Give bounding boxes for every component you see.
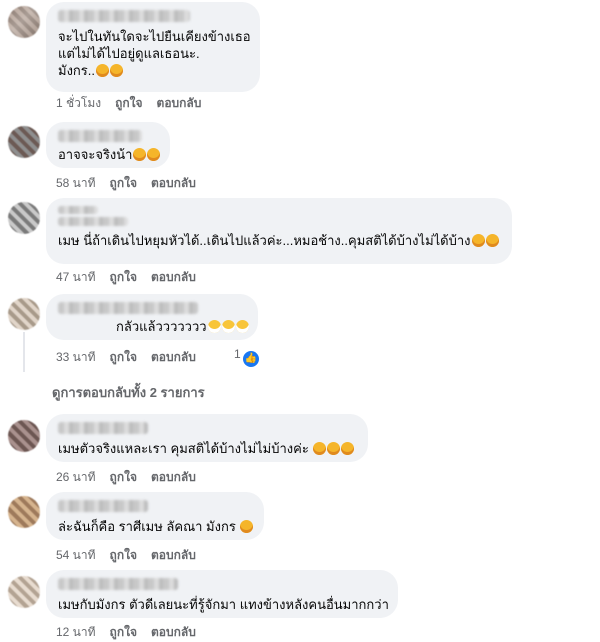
comment-timestamp[interactable]: 54 นาที <box>56 546 96 565</box>
commenter-name[interactable] <box>58 130 142 142</box>
laugh-emoji-icon <box>96 64 109 77</box>
thread-line <box>23 332 25 372</box>
comment-timestamp[interactable]: 26 นาที <box>56 468 96 487</box>
reply-link[interactable]: ตอบกลับ <box>151 348 196 367</box>
comment-text: ล่ะฉันก็คือ ราศีเมษ ลัคณา มังกร <box>58 518 254 535</box>
reaction-count[interactable]: 1 👍 <box>234 347 259 367</box>
commenter-name[interactable] <box>58 578 178 590</box>
like-link[interactable]: ถูกใจ <box>115 94 142 113</box>
like-link[interactable]: ถูกใจ <box>110 623 137 642</box>
comment-bubble: อาจจะจริงน้า <box>46 122 170 168</box>
comment-bubble: เมษ นี่ถ้าเดินไปหยุมหัวได้..เดินไปแล้วค่… <box>46 198 512 264</box>
avatar[interactable] <box>8 420 40 452</box>
grin-emoji-icon <box>221 320 235 333</box>
reply-link[interactable]: ตอบกลับ <box>151 268 196 287</box>
avatar[interactable] <box>8 6 40 38</box>
laugh-emoji-icon <box>110 64 123 77</box>
comment-bubble: จะไปในทันใดจะไปยืนเคียงข้างเธอ แต่ไม่ได้… <box>46 2 260 92</box>
comment-bubble: เมษกับมังกร ตัวดีเลยนะที่รู้จักมา แทงข้า… <box>46 570 398 618</box>
commenter-name[interactable] <box>58 206 98 214</box>
comment-bubble: กลัวแล้ววววววว <box>46 294 258 340</box>
laugh-emoji-icon <box>147 148 161 161</box>
reply-link[interactable]: ตอบกลับ <box>151 174 196 193</box>
laugh-emoji-icon <box>313 442 327 455</box>
commenter-name[interactable] <box>58 302 198 314</box>
avatar[interactable] <box>8 576 40 608</box>
comment-meta: 12 นาที ถูกใจ ตอบกลับ <box>56 623 210 642</box>
reply-link[interactable]: ตอบกลับ <box>157 94 202 113</box>
view-more-replies-link[interactable]: ดูการตอบกลับทั้ง 2 รายการ <box>52 382 205 403</box>
comment-text: แต่ไม่ได้ไปอยู่ดูแลเธอนะ. <box>58 46 200 61</box>
reaction-count-number: 1 <box>234 347 241 361</box>
comment-text: จะไปในทันใดจะไปยืนเคียงข้างเธอ <box>58 29 251 44</box>
reply-link[interactable]: ตอบกลับ <box>151 623 196 642</box>
avatar[interactable] <box>8 126 40 158</box>
comment-timestamp[interactable]: 58 นาที <box>56 174 96 193</box>
grin-emoji-icon <box>207 320 221 333</box>
thumbs-up-icon: 👍 <box>242 351 259 367</box>
avatar[interactable] <box>8 202 40 234</box>
comment-text: เมษกับมังกร ตัวดีเลยนะที่รู้จักมา แทงข้า… <box>58 597 389 612</box>
comment-text: อาจจะจริงน้า <box>58 146 161 163</box>
like-link[interactable]: ถูกใจ <box>110 174 137 193</box>
commenter-name[interactable] <box>58 500 148 512</box>
comment-bubble: เมษตัวจริงแหละเรา คุมสติได้บ้างไม่ไม่บ้า… <box>46 414 368 462</box>
comment-timestamp[interactable]: 47 นาที <box>56 268 96 287</box>
comment-meta: 58 นาที ถูกใจ ตอบกลับ <box>56 174 210 193</box>
laugh-emoji-icon <box>485 234 499 247</box>
reply-link[interactable]: ตอบกลับ <box>151 468 196 487</box>
comment-meta: 47 นาที ถูกใจ ตอบกลับ <box>56 268 210 287</box>
laugh-emoji-icon <box>327 442 341 455</box>
comment-timestamp[interactable]: 33 นาที <box>56 348 96 367</box>
like-link[interactable]: ถูกใจ <box>110 546 137 565</box>
laugh-emoji-icon <box>341 442 355 455</box>
comment-timestamp[interactable]: 12 นาที <box>56 623 96 642</box>
grin-emoji-icon <box>235 320 249 333</box>
comment-text: มังกร.. <box>58 62 248 79</box>
like-link[interactable]: ถูกใจ <box>110 468 137 487</box>
comment-text: กลัวแล้ววววววว <box>58 318 249 335</box>
comment-bubble: ล่ะฉันก็คือ ราศีเมษ ลัคณา มังกร <box>46 492 264 540</box>
avatar[interactable] <box>8 496 40 528</box>
reply-link[interactable]: ตอบกลับ <box>151 546 196 565</box>
comment-meta: 33 นาที ถูกใจ ตอบกลับ <box>56 348 210 367</box>
avatar[interactable] <box>8 298 40 330</box>
laugh-emoji-icon <box>471 234 485 247</box>
comment-timestamp[interactable]: 1 ชั่วโมง <box>56 94 101 113</box>
laugh-emoji-icon <box>133 148 147 161</box>
comment-meta: 54 นาที ถูกใจ ตอบกลับ <box>56 546 210 565</box>
comment-text: เมษตัวจริงแหละเรา คุมสติได้บ้างไม่ไม่บ้า… <box>58 440 356 457</box>
comment-meta: 26 นาที ถูกใจ ตอบกลับ <box>56 468 210 487</box>
commenter-name[interactable] <box>58 10 190 22</box>
commenter-name[interactable] <box>58 217 128 226</box>
like-link[interactable]: ถูกใจ <box>110 348 137 367</box>
laugh-emoji-icon <box>240 520 254 533</box>
like-link[interactable]: ถูกใจ <box>110 268 137 287</box>
comment-text: เมษ นี่ถ้าเดินไปหยุมหัวได้..เดินไปแล้วค่… <box>58 232 500 249</box>
comment-meta: 1 ชั่วโมง ถูกใจ ตอบกลับ <box>56 94 215 113</box>
commenter-name[interactable] <box>58 422 148 434</box>
